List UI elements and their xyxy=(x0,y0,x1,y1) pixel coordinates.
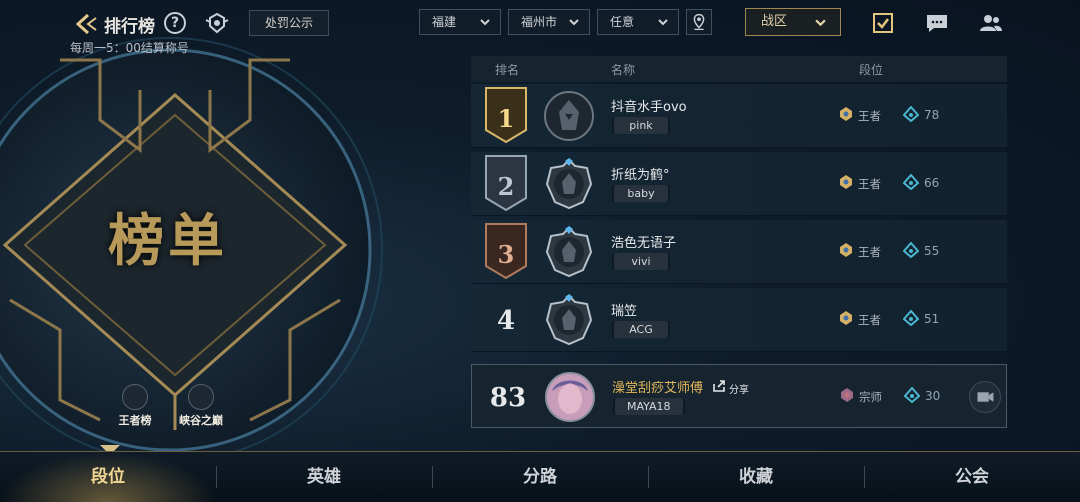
col-tier-header: 段位 xyxy=(859,63,884,77)
district-dropdown[interactable]: 任意 xyxy=(597,9,679,35)
board-emblem-art xyxy=(0,37,383,460)
player-tag: ACG xyxy=(612,321,670,338)
tab-collection[interactable]: 收藏 xyxy=(648,452,864,502)
penalty-notice-button[interactable]: 处罚公示 xyxy=(249,10,329,36)
player-tag: vivi xyxy=(612,253,670,270)
chevron-down-icon xyxy=(569,19,579,26)
board-title: 榜单 xyxy=(108,208,228,274)
peak-board-label: 峡谷之巅 xyxy=(179,414,223,427)
my-player-name: 澡堂刮痧艾师傅 xyxy=(612,381,704,396)
star-icon xyxy=(903,174,919,190)
table-row[interactable]: 4 瑞笠 ACG 王者 51 xyxy=(471,288,1007,352)
table-row[interactable]: 3 浩色无语子 vivi 王者 55 xyxy=(471,220,1007,284)
col-rank-header: 排名 xyxy=(495,63,520,77)
king-tier-icon xyxy=(840,243,852,257)
star-icon xyxy=(903,242,919,258)
share-label[interactable]: 分享 xyxy=(729,381,749,396)
table-header: 排名 名称 段位 xyxy=(471,56,1007,82)
tier-label: 王者 xyxy=(858,245,881,259)
tab-lanes[interactable]: 分路 xyxy=(432,452,648,502)
rank-number: 3 xyxy=(497,240,515,269)
chat-icon[interactable] xyxy=(925,12,949,34)
star-icon xyxy=(903,106,919,122)
player-name: 折纸为鹤° xyxy=(611,168,670,183)
chevron-down-icon xyxy=(658,19,668,26)
peak-crest-icon xyxy=(188,384,214,410)
my-star-count: 30 xyxy=(925,389,941,403)
rank-number: 4 xyxy=(496,306,516,336)
province-dropdown[interactable]: 福建 xyxy=(419,9,501,35)
player-name: 瑞笠 xyxy=(611,304,638,319)
avatar[interactable] xyxy=(543,294,595,346)
king-board-button[interactable]: 王者榜 xyxy=(105,384,165,428)
player-name: 抖音水手ovo xyxy=(611,100,687,115)
rank-number: 1 xyxy=(497,104,515,133)
star-count: 78 xyxy=(924,108,940,122)
settlement-note: 每周一5：00结算称号 xyxy=(70,41,189,55)
tab-guild[interactable]: 公会 xyxy=(864,452,1080,502)
help-icon[interactable]: ? xyxy=(164,12,186,34)
checklist-icon[interactable] xyxy=(871,12,895,34)
my-tier-label: 宗师 xyxy=(859,390,882,404)
star-count: 51 xyxy=(924,312,940,326)
king-board-label: 王者榜 xyxy=(118,414,152,427)
province-value: 福建 xyxy=(432,15,457,29)
rank-number: 2 xyxy=(497,172,515,201)
star-icon xyxy=(903,310,919,326)
top-bar: 排行榜 ? 处罚公示 每周一5：00结算称号 福建 福州市 任意 战区 xyxy=(0,0,1080,56)
king-tier-icon xyxy=(840,311,852,325)
avatar[interactable] xyxy=(543,226,595,278)
peak-board-button[interactable]: 峡谷之巅 xyxy=(171,384,231,428)
battle-zone-dropdown[interactable]: 战区 xyxy=(745,8,841,36)
avatar[interactable] xyxy=(543,158,595,210)
tier-label: 王者 xyxy=(858,177,881,191)
share-icon[interactable] xyxy=(712,379,726,393)
my-player-tag: MAYA18 xyxy=(613,398,685,415)
star-icon xyxy=(904,387,920,403)
avatar[interactable] xyxy=(543,90,595,142)
grandmaster-tier-icon xyxy=(841,388,853,402)
city-value: 福州市 xyxy=(521,15,558,29)
tab-heroes[interactable]: 英雄 xyxy=(216,452,432,502)
location-pin-icon[interactable] xyxy=(686,9,712,35)
friends-icon[interactable] xyxy=(979,12,1003,34)
my-avatar[interactable] xyxy=(544,371,596,423)
star-count: 66 xyxy=(924,176,940,190)
zone-value: 战区 xyxy=(761,14,788,29)
king-crest-icon xyxy=(122,384,148,410)
my-rank-row[interactable]: 83 澡堂刮痧艾师傅 分享 MAYA18 宗师 30 xyxy=(471,364,1007,428)
bottom-tab-bar: 段位 英雄 分路 收藏 公会 xyxy=(0,451,1080,502)
player-tag: baby xyxy=(612,185,670,202)
district-value: 任意 xyxy=(610,15,635,29)
king-tier-icon xyxy=(840,175,852,189)
star-count: 55 xyxy=(924,244,940,258)
city-dropdown[interactable]: 福州市 xyxy=(508,9,590,35)
chevron-down-icon xyxy=(815,19,826,27)
my-rank-number: 83 xyxy=(489,383,527,413)
player-tag: pink xyxy=(612,117,670,134)
chevron-down-icon xyxy=(480,19,490,26)
col-name-header: 名称 xyxy=(611,63,636,77)
page-title: 排行榜 xyxy=(104,17,155,37)
honor-badge-icon[interactable] xyxy=(204,12,230,34)
tab-rank[interactable]: 段位 xyxy=(0,452,216,502)
table-row[interactable]: 2 折纸为鹤° baby 王者 66 xyxy=(471,152,1007,216)
tier-label: 王者 xyxy=(858,313,881,327)
video-camera-icon[interactable] xyxy=(969,381,1001,413)
tier-label: 王者 xyxy=(858,109,881,123)
table-row[interactable]: 1 抖音水手ovo pink 王者 78 xyxy=(471,84,1007,148)
back-arrow-icon[interactable] xyxy=(72,12,100,36)
player-name: 浩色无语子 xyxy=(611,236,677,251)
king-tier-icon xyxy=(840,107,852,121)
